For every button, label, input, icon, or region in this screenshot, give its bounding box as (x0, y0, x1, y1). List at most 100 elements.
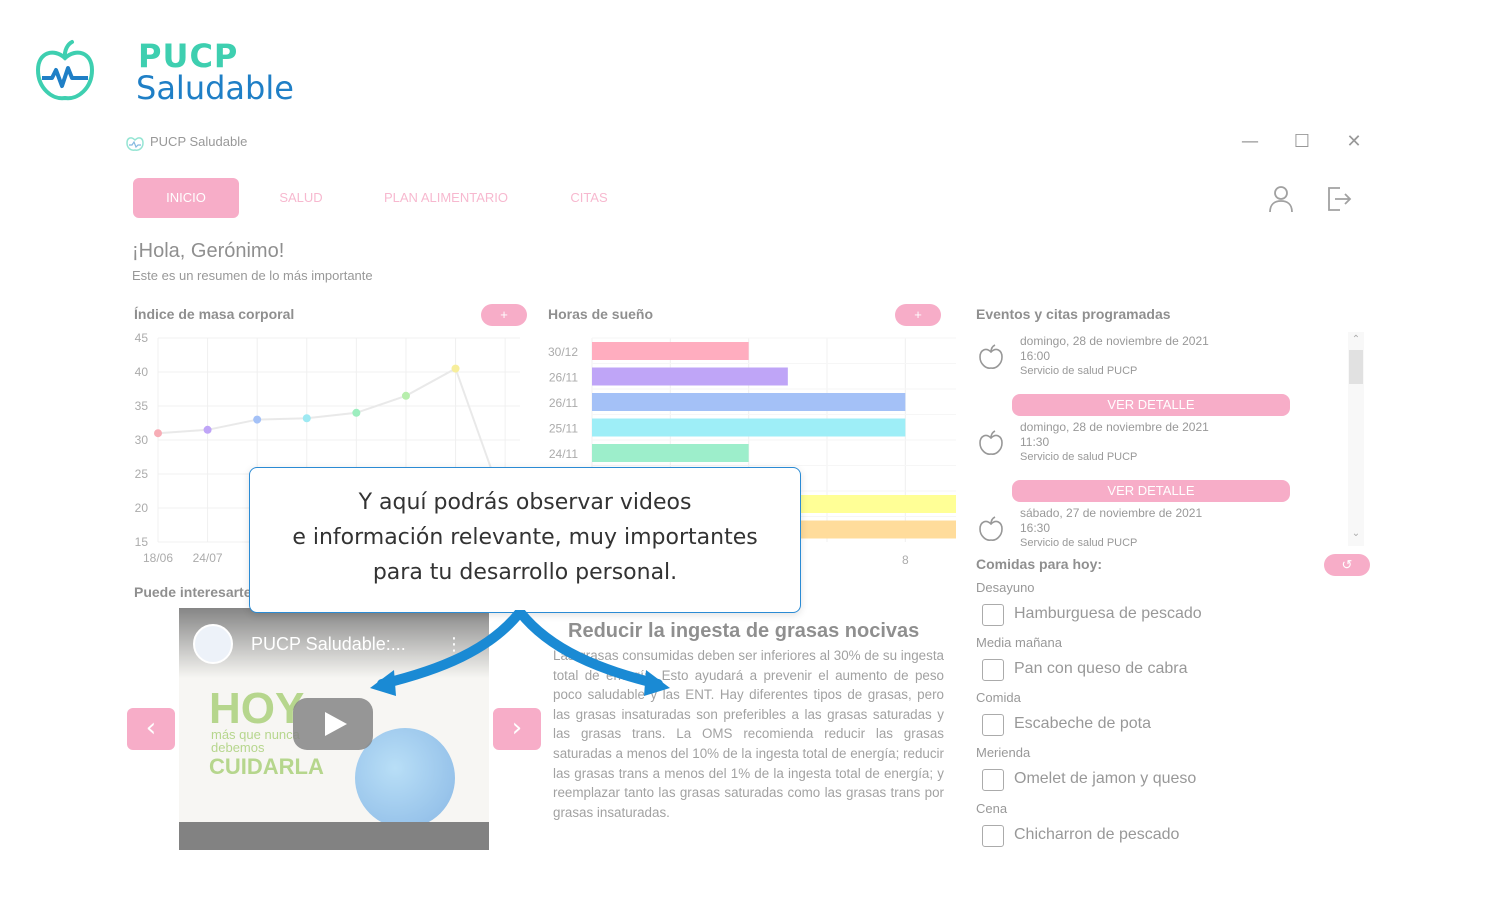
sleep-bar (592, 393, 906, 411)
logout-icon[interactable] (1324, 184, 1354, 214)
carousel-next-button[interactable]: › (493, 708, 541, 750)
sleep-bar (592, 367, 788, 386)
tab-inicio[interactable]: INICIO (133, 178, 239, 218)
tutorial-line-1: Y aquí podrás observar videos (358, 490, 692, 515)
events-list: domingo, 28 de noviembre de 2021 16:00 S… (974, 332, 1364, 546)
x-tick-label: 8 (902, 553, 909, 567)
apple-icon (979, 344, 1003, 369)
event-time: 16:30 (1020, 521, 1051, 535)
brand-logo: PUCP Saludable (36, 37, 294, 106)
minimize-button[interactable]: — (1236, 130, 1264, 154)
meal-text: Pan con queso de cabra (1014, 660, 1188, 677)
meal-checkbox[interactable] (982, 659, 1004, 681)
x-tick-label: 18/06 (143, 551, 173, 565)
close-button[interactable]: ✕ (1340, 130, 1368, 154)
view-detail-button[interactable]: VER DETALLE (1012, 394, 1290, 416)
video-cuidarla-text: CUIDARLA (209, 754, 324, 779)
meal-text: Chicharron de pescado (1014, 826, 1180, 843)
scroll-down-icon[interactable]: ⌄ (1350, 528, 1362, 539)
x-tick-label: 24/07 (193, 551, 223, 565)
greeting-subtitle: Este es un resumen de lo más importante (132, 268, 373, 283)
meal-label-cena: Cena (976, 801, 1008, 816)
title-bar: PUCP Saludable — ☐ ✕ (118, 126, 1374, 158)
y-tick-label: 25/11 (549, 422, 578, 436)
greeting-title: ¡Hola, Gerónimo! (132, 240, 285, 262)
meals-title: Comidas para hoy: (976, 556, 1103, 572)
maximize-button[interactable]: ☐ (1288, 130, 1316, 154)
arrow-to-video (377, 610, 525, 689)
sleep-bar (592, 342, 749, 360)
add-sleep-button[interactable]: + (895, 304, 941, 326)
tutorial-arrows (370, 610, 670, 696)
bmi-point (154, 429, 162, 438)
apple-icon (979, 516, 1003, 541)
event-time: 16:00 (1020, 349, 1051, 363)
user-profile-icon[interactable] (1266, 184, 1296, 214)
y-tick-label: 20 (135, 501, 149, 515)
bmi-point (302, 414, 311, 423)
meal-text: Omelet de jamon y queso (1014, 770, 1197, 787)
video-controls-bar[interactable] (179, 822, 489, 850)
meal-checkbox[interactable] (982, 604, 1004, 626)
bmi-point (203, 425, 212, 434)
events-title: Eventos y citas programadas (976, 306, 1171, 322)
event-place: Servicio de salud PUCP (1020, 451, 1138, 463)
app-logo-icon (126, 137, 144, 151)
scroll-up-icon[interactable]: ⌃ (1350, 334, 1362, 345)
tab-salud[interactable]: SALUD (268, 178, 334, 218)
sleep-bar (592, 418, 906, 437)
event-place: Servicio de salud PUCP (1020, 365, 1138, 377)
sleep-title: Horas de sueño (548, 306, 654, 322)
event-date: domingo, 28 de noviembre de 2021 (1020, 334, 1209, 348)
scroll-thumb[interactable] (1349, 350, 1363, 384)
tab-citas[interactable]: CITAS (562, 178, 616, 218)
event-place: Servicio de salud PUCP (1020, 537, 1138, 546)
tab-plan-alimentario[interactable]: PLAN ALIMENTARIO (376, 178, 516, 218)
tutorial-callout: Y aquí podrás observar videos e informac… (249, 467, 801, 613)
meal-label-merienda: Merienda (976, 745, 1031, 760)
meal-label-desayuno: Desayuno (976, 580, 1035, 595)
y-tick-label: 25 (135, 467, 149, 481)
meal-text: Hamburguesa de pescado (1014, 605, 1202, 622)
meal-checkbox[interactable] (982, 714, 1004, 736)
apple-icon (979, 430, 1003, 455)
bmi-point (352, 408, 361, 417)
arrow-to-article-head (644, 670, 670, 696)
y-tick-label: 45 (135, 331, 149, 345)
arrow-to-article (515, 610, 663, 689)
arrow-to-video-head (370, 670, 396, 696)
brand-name-top: PUCP (138, 37, 239, 75)
meal-checkbox[interactable] (982, 825, 1004, 847)
sleep-bar (592, 444, 749, 462)
events-scrollbar[interactable]: ⌃ ⌄ (1348, 332, 1364, 546)
event-time: 11:30 (1020, 435, 1050, 449)
add-bmi-button[interactable]: + (481, 304, 527, 326)
y-tick-label: 35 (135, 399, 149, 413)
meal-label-comida: Comida (976, 690, 1021, 705)
event-date: domingo, 28 de noviembre de 2021 (1020, 420, 1209, 434)
channel-avatar (193, 624, 233, 664)
meal-checkbox[interactable] (982, 769, 1004, 791)
y-tick-label: 24/11 (549, 447, 578, 461)
bmi-point (451, 364, 460, 373)
meal-text: Escabeche de pota (1014, 715, 1151, 732)
y-tick-label: 30 (135, 433, 149, 447)
interest-title: Puede interesarte (134, 584, 252, 600)
y-tick-label: 15 (135, 535, 149, 549)
play-button[interactable] (291, 696, 375, 752)
window-title: PUCP Saludable (150, 134, 248, 149)
tutorial-line-3: para tu desarrollo personal. (372, 560, 678, 585)
y-tick-label: 30/12 (548, 345, 578, 359)
y-tick-label: 40 (135, 365, 149, 379)
tutorial-line-2: e información relevante, muy importantes (292, 525, 758, 550)
bmi-point (253, 415, 262, 424)
y-tick-label: 26/11 (549, 396, 578, 410)
meal-label-media-manana: Media mañana (976, 635, 1062, 650)
view-detail-button[interactable]: VER DETALLE (1012, 480, 1290, 502)
apple-heart-icon (36, 40, 94, 101)
carousel-prev-button[interactable]: ‹ (127, 708, 175, 750)
refresh-meals-button[interactable]: ↺ (1324, 554, 1370, 576)
event-date: sábado, 27 de noviembre de 2021 (1020, 506, 1203, 520)
bmi-title: Índice de masa corporal (134, 306, 295, 322)
y-tick-label: 26/11 (549, 371, 578, 385)
